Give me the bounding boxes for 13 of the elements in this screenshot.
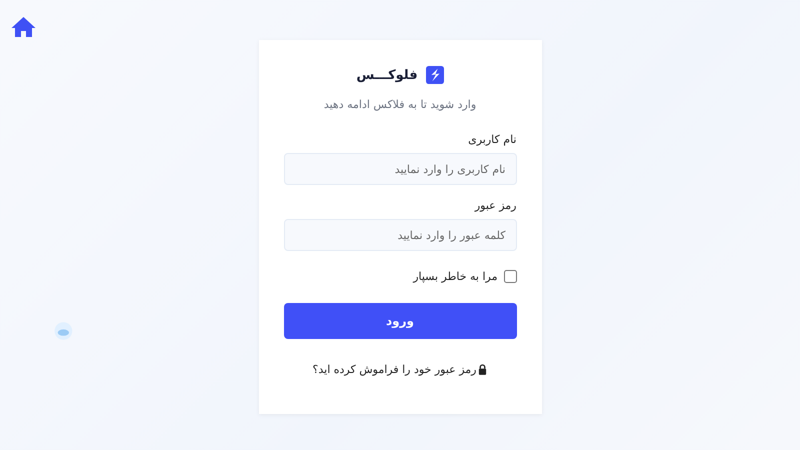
field-label: نام کاربری xyxy=(468,133,516,146)
lock-icon xyxy=(478,364,488,375)
login-button[interactable]: ورود xyxy=(284,303,516,339)
brand-name: فلوکـــس xyxy=(356,68,418,82)
input-field[interactable]: نام کاربری را وارد نمایید xyxy=(284,153,516,185)
home-icon[interactable] xyxy=(11,16,36,38)
remember-label: مرا به خاطر بسپار xyxy=(413,270,498,283)
subtitle: وارد شوید تا به فلاکس ادامه دهید xyxy=(322,98,478,111)
field-label: رمز عبور xyxy=(474,199,516,212)
input-field[interactable]: کلمه عبور را وارد نمایید xyxy=(284,219,516,251)
remember-checkbox[interactable] xyxy=(504,270,516,283)
bolt-logo-icon xyxy=(426,66,444,84)
forgot-password-link[interactable]: رمز عبور خود را فراموش کرده اید؟ xyxy=(312,363,488,376)
